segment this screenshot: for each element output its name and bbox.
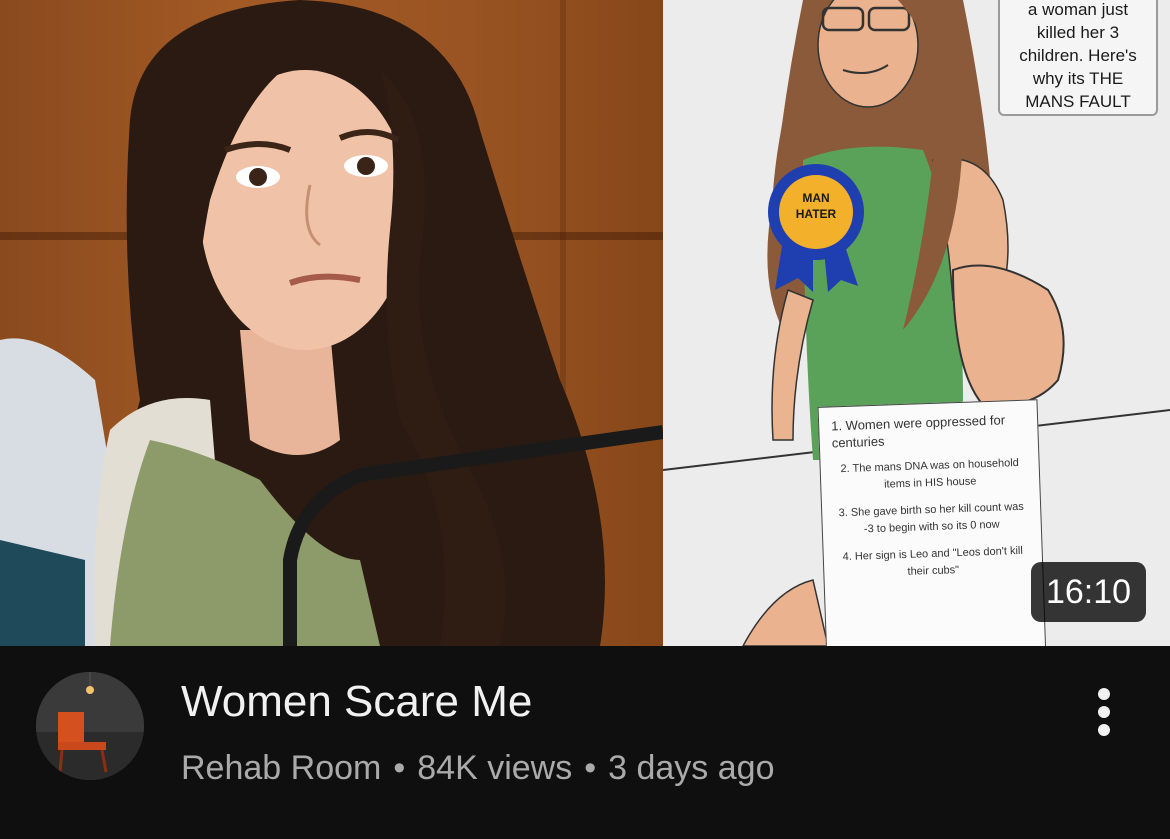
badge-label: MAN HATER	[795, 191, 837, 221]
separator-dot: •	[393, 749, 406, 787]
duration-badge: 16:10	[1031, 562, 1146, 622]
channel-name[interactable]: Rehab Room	[181, 749, 381, 787]
more-vert-icon[interactable]	[1082, 682, 1126, 742]
paper-item: 3. She gave birth so her kill count was …	[838, 500, 1024, 536]
video-thumbnail[interactable]: MAN HATER a woman just killed her 3 chil…	[0, 0, 1170, 646]
paper-item: 4. Her sign is Leo and "Leos don't kill …	[842, 544, 1024, 578]
upload-age: 3 days ago	[608, 749, 775, 787]
video-subline: Rehab Room • 84K views • 3 days ago	[181, 746, 1041, 790]
view-count: 84K views	[417, 749, 573, 787]
separator-dot: •	[584, 749, 597, 787]
video-title[interactable]: Women Scare Me	[181, 676, 1041, 728]
paper-item: 1. Women were oppressed for centuries	[830, 412, 1006, 451]
video-meta: Women Scare Me Rehab Room • 84K views • 3 da…	[0, 646, 1170, 839]
cartoon-caption: a woman just killed her 3 children. Here…	[998, 0, 1158, 116]
cartoon-paper-list: 1. Women were oppressed for centuries 2.…	[817, 399, 1047, 646]
paper-item: 2. The mans DNA was on household items i…	[840, 456, 1019, 491]
channel-avatar[interactable]	[36, 672, 144, 780]
thumbnail-photo-left	[0, 0, 663, 646]
chair-icon	[36, 672, 144, 780]
